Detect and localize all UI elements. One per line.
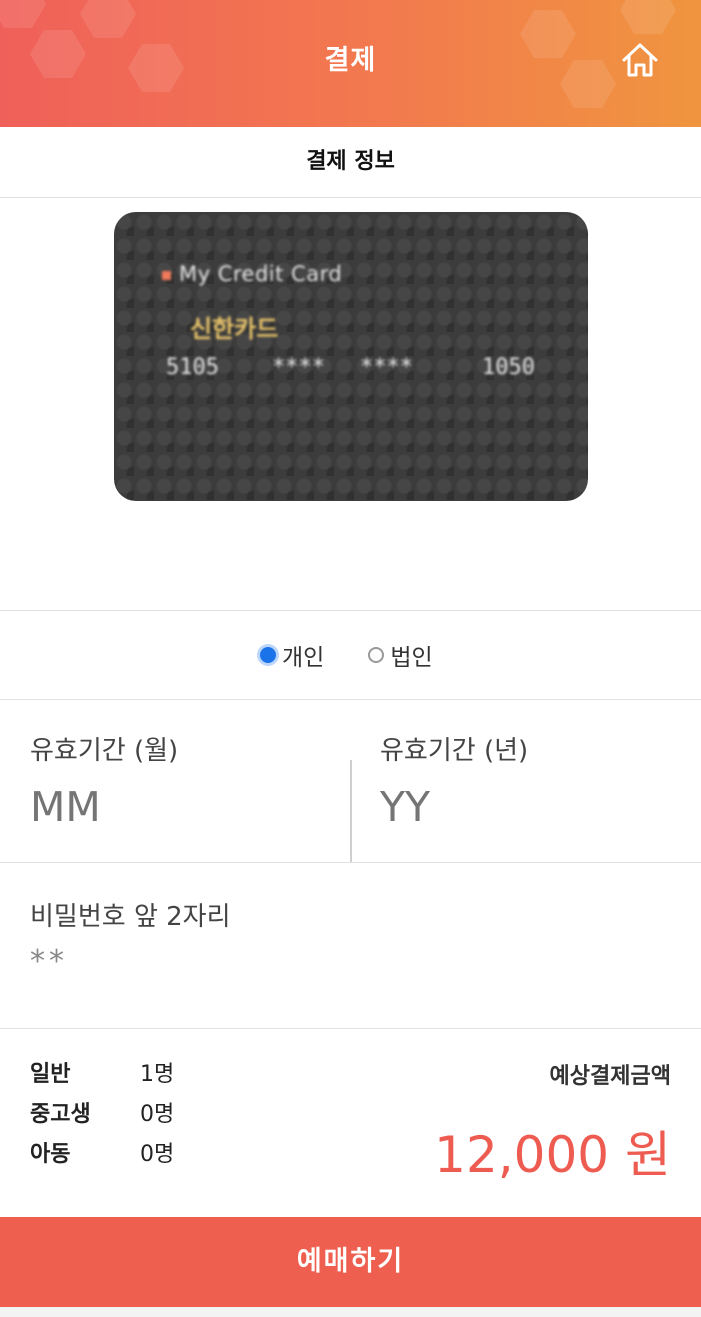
- divider: [0, 1028, 701, 1029]
- people-type: 일반: [30, 1062, 71, 1087]
- expiry-month-input[interactable]: [30, 783, 310, 831]
- estimated-payment-label: 예상결제금액: [549, 1064, 671, 1089]
- people-count: 0명: [140, 1142, 175, 1167]
- people-count: 1명: [140, 1062, 175, 1087]
- app-header: 결제: [0, 0, 701, 127]
- expiry-month-field: 유효기간 (월): [0, 700, 350, 862]
- expiry-year-input[interactable]: [380, 783, 660, 831]
- hex-decoration: [0, 0, 46, 28]
- bottom-strip: [0, 1307, 701, 1317]
- radio-personal-label: 개인: [282, 645, 325, 671]
- divider: [0, 862, 701, 863]
- radio-corporate-label: 법인: [390, 645, 433, 671]
- radio-corporate[interactable]: 법인: [368, 638, 433, 672]
- password-input[interactable]: **: [30, 944, 68, 979]
- expiry-month-label: 유효기간 (월): [30, 736, 179, 766]
- people-row: 아동 0명: [30, 1132, 174, 1172]
- card-type-row: 개인 법인: [0, 610, 701, 700]
- card-type-group: 개인 법인: [250, 611, 450, 699]
- people-summary: 일반 1명 중고생 0명 아동 0명: [30, 1052, 174, 1172]
- home-button[interactable]: [618, 40, 662, 80]
- radio-unchecked-icon: [368, 647, 385, 663]
- card-number-group: 1050: [482, 355, 535, 380]
- radio-personal[interactable]: 개인: [260, 638, 324, 672]
- card-issuer: 신한카드: [190, 315, 279, 343]
- people-type: 아동: [30, 1142, 71, 1167]
- card-dot-icon: [162, 270, 171, 280]
- card-number-group: ****: [272, 355, 325, 380]
- expiry-year-label: 유효기간 (년): [380, 736, 529, 766]
- section-title: 결제 정보: [0, 127, 701, 198]
- radio-checked-icon: [260, 647, 276, 663]
- card-number-group: ****: [360, 355, 413, 380]
- card-brand: My Credit Card: [162, 262, 342, 286]
- book-button[interactable]: 예매하기: [0, 1217, 701, 1307]
- card-number-group: 5105: [166, 355, 219, 380]
- page-title: 결제: [324, 45, 377, 76]
- hex-decoration: [80, 0, 136, 38]
- people-count: 0명: [140, 1102, 175, 1127]
- people-type: 중고생: [30, 1102, 91, 1127]
- hex-decoration: [620, 0, 676, 34]
- people-row: 중고생 0명: [30, 1092, 174, 1132]
- home-icon: [622, 43, 658, 77]
- estimated-payment-amount: 12,000 원: [434, 1126, 671, 1184]
- password-label: 비밀번호 앞 2자리: [30, 902, 231, 932]
- expiry-year-field: 유효기간 (년): [352, 700, 701, 862]
- credit-card-image[interactable]: My Credit Card 신한카드 5105 **** **** 1050: [114, 212, 588, 501]
- people-row: 일반 1명: [30, 1052, 174, 1092]
